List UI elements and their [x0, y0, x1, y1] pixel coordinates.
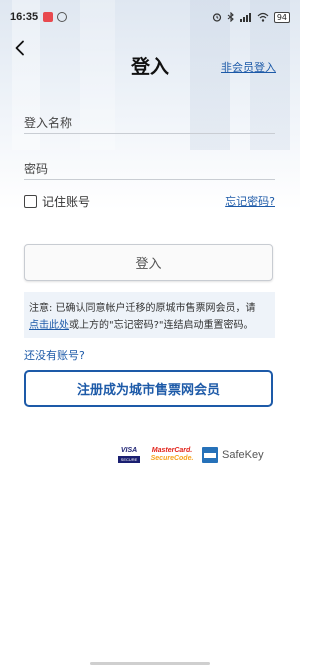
login-button[interactable]: 登入: [24, 244, 273, 281]
register-button[interactable]: 注册成为城市售票网会员: [24, 370, 273, 407]
mastercard-text: MasterCard.: [151, 447, 193, 454]
forgot-password-link[interactable]: 忘记密码?: [225, 193, 275, 209]
visa-secure-logo: VISA SECURE: [116, 444, 142, 466]
amex-safekey-text: SafeKey: [222, 449, 264, 461]
remember-row: 记住账号 忘记密码?: [24, 192, 275, 210]
guest-login-link[interactable]: 非会员登入: [221, 59, 276, 75]
status-icons: 94: [212, 11, 290, 23]
mastercard-securecode-logo: MasterCard. SecureCode.: [150, 447, 194, 463]
visa-secure-text: SECURE: [117, 456, 141, 463]
notification-sync-icon: [57, 12, 68, 22]
securecode-text: SecureCode.: [150, 455, 194, 462]
notice-click-here-link[interactable]: 点击此处: [29, 320, 69, 331]
status-bar: 16:35 94: [0, 0, 300, 34]
battery-indicator: 94: [273, 11, 290, 23]
notice-prefix: 注意: 已确认同意帐户迁移的原城市售票网会员，请: [29, 303, 256, 314]
notification-app-icon: [43, 12, 54, 22]
remember-checkbox[interactable]: [24, 194, 37, 208]
remember-label[interactable]: 记住账号: [42, 193, 90, 210]
notice-suffix: 或上方的"忘记密码?"连结启动重置密码。: [69, 320, 254, 331]
no-account-text: 还没有账号?: [24, 349, 85, 362]
migration-notice: 注意: 已确认同意帐户迁移的原城市售票网会员，请 点击此处或上方的"忘记密码?"…: [24, 292, 275, 338]
username-field[interactable]: 登入名称: [24, 110, 275, 134]
password-field[interactable]: 密码: [24, 156, 275, 180]
wifi-icon: [257, 12, 269, 22]
status-time: 16:35: [10, 11, 39, 23]
amex-icon: [202, 447, 218, 463]
alarm-icon: [212, 13, 221, 22]
payment-logos: VISA SECURE MasterCard. SecureCode. Safe…: [116, 444, 264, 466]
password-label: 密码: [24, 162, 49, 176]
signal-icon: [239, 13, 251, 22]
bluetooth-icon: [227, 12, 234, 22]
username-label: 登入名称: [24, 116, 73, 130]
home-indicator[interactable]: [90, 662, 210, 665]
visa-logo-text: VISA: [120, 447, 138, 454]
